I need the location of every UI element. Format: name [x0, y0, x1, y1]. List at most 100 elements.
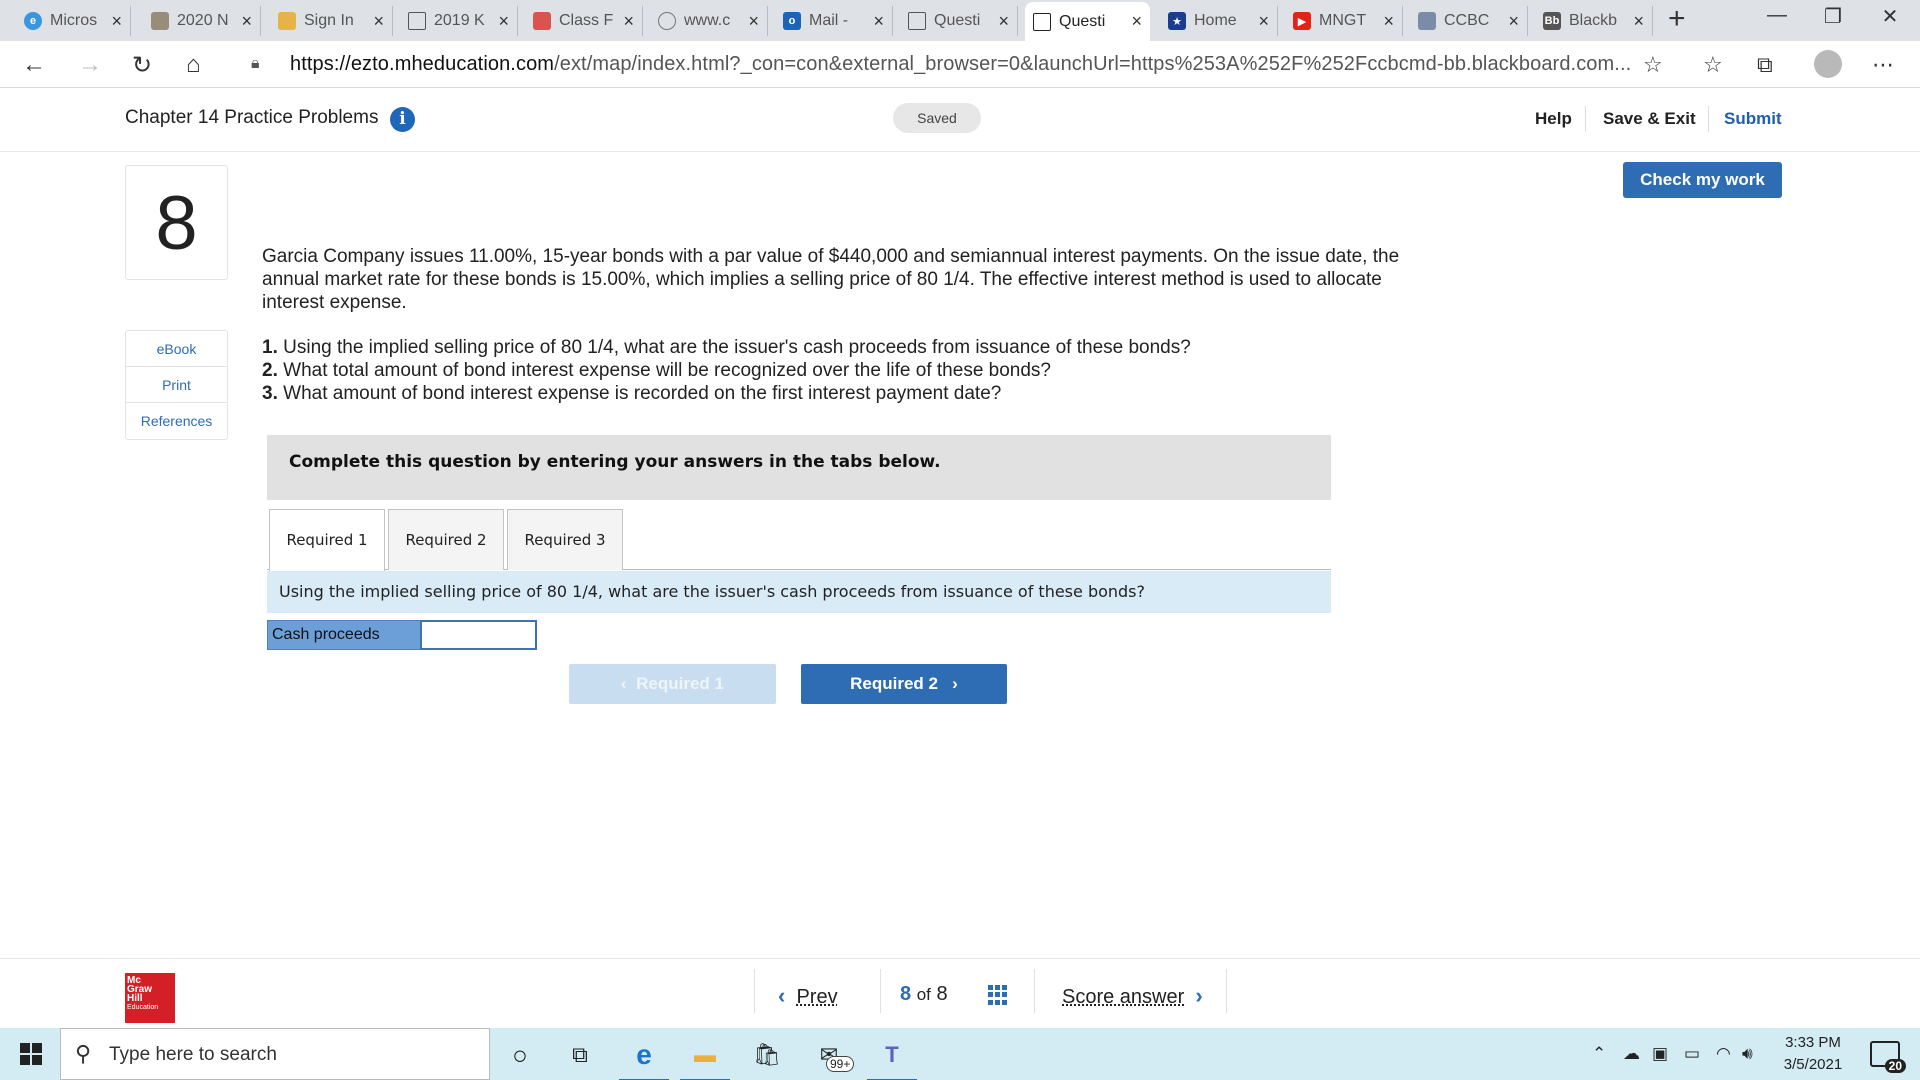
browser-tab[interactable]: 2020 N × — [143, 6, 261, 36]
question-counter[interactable]: 8 of 8 — [900, 983, 948, 1006]
check-my-work-button[interactable]: Check my work — [1623, 162, 1782, 198]
favorites-icon[interactable]: ☆ — [1703, 52, 1723, 78]
outlook-icon: o — [783, 12, 801, 30]
browser-tab[interactable]: Class F × — [525, 6, 643, 36]
browser-tab[interactable]: CCBC × — [1410, 6, 1528, 36]
teams-icon[interactable]: T — [867, 1038, 917, 1080]
question-part: 2. What total amount of bond interest ex… — [262, 359, 1442, 382]
close-icon[interactable]: × — [111, 11, 122, 32]
browser-tab[interactable]: o Mail - × — [775, 6, 893, 36]
score-answer-label: Score answer — [1062, 986, 1185, 1008]
prev-question-link[interactable]: ‹ Prev — [778, 983, 838, 1009]
browser-tab[interactable]: Questi × — [900, 6, 1018, 36]
window-close-icon[interactable]: ✕ — [1870, 4, 1910, 29]
close-icon[interactable]: × — [1508, 11, 1519, 32]
browser-tab-label: Home — [1194, 12, 1237, 29]
close-icon[interactable]: × — [623, 11, 634, 32]
browser-tab[interactable]: e Micros × — [16, 6, 131, 36]
close-icon[interactable]: × — [1633, 11, 1644, 32]
answer-row: Cash proceeds — [267, 620, 537, 650]
divider — [754, 969, 755, 1013]
more-menu-icon[interactable]: ⋯ — [1872, 52, 1894, 78]
star-icon: ★ — [1168, 12, 1186, 30]
add-favorite-icon[interactable]: ☆ — [1643, 52, 1663, 78]
lock-icon: 🔒︎ — [251, 55, 260, 72]
close-icon[interactable]: × — [498, 11, 509, 32]
browser-tab-label: Micros — [50, 12, 98, 29]
profile-avatar[interactable] — [1814, 50, 1842, 78]
browser-tab[interactable]: ▶ MNGT × — [1285, 6, 1403, 36]
prev-required-button[interactable]: ‹ Required 1 — [569, 664, 776, 704]
tab-required-1[interactable]: Required 1 — [269, 509, 385, 571]
task-view-icon[interactable]: ⧉ — [563, 1038, 597, 1072]
score-answer-link[interactable]: Score answer › — [1062, 983, 1203, 1009]
close-icon[interactable]: × — [1383, 11, 1394, 32]
close-icon[interactable]: × — [748, 11, 759, 32]
wifi-icon[interactable]: ◠ — [1716, 1044, 1731, 1064]
tab-required-3[interactable]: Required 3 — [507, 509, 623, 570]
browser-tab[interactable]: Sign In × — [270, 6, 393, 36]
volume-icon[interactable]: 🔊︎ — [1742, 1044, 1753, 1064]
question-grid-icon[interactable] — [988, 985, 1008, 1005]
clock-date: 3/5/2021 — [1783, 1056, 1843, 1073]
onedrive-icon[interactable]: ☁︎ — [1623, 1044, 1640, 1064]
edge-taskbar-icon[interactable]: e — [619, 1038, 669, 1080]
pdf-icon — [658, 12, 676, 30]
meet-now-icon[interactable]: ▣ — [1652, 1044, 1668, 1064]
cortana-icon[interactable]: ○ — [503, 1038, 537, 1072]
question-parts: 1. Using the implied selling price of 80… — [262, 336, 1442, 405]
url-field[interactable]: https://ezto.mheducation.com/ext/map/ind… — [290, 53, 1631, 76]
notifications-icon[interactable]: 20 — [1870, 1041, 1906, 1073]
browser-tab[interactable]: ★ Home × — [1160, 6, 1278, 36]
ebook-link[interactable]: eBook — [126, 331, 227, 367]
refresh-icon[interactable]: ↻ — [132, 51, 152, 80]
browser-tab[interactable]: Bb Blackb × — [1535, 6, 1653, 36]
logo-line: Education — [127, 1004, 159, 1011]
restore-icon[interactable]: ❐ — [1813, 4, 1853, 29]
help-link[interactable]: Help — [1535, 109, 1572, 129]
close-icon[interactable]: × — [373, 11, 384, 32]
close-icon[interactable]: × — [241, 11, 252, 32]
browser-tab[interactable]: www.c × — [650, 6, 768, 36]
close-icon[interactable]: × — [998, 11, 1009, 32]
close-icon[interactable]: × — [1131, 11, 1142, 32]
instructions-text: Complete this question by entering your … — [289, 452, 941, 472]
close-icon[interactable]: × — [1258, 11, 1269, 32]
print-link[interactable]: Print — [126, 367, 227, 403]
home-icon[interactable]: ⌂ — [186, 51, 201, 79]
close-icon[interactable]: × — [873, 11, 884, 32]
current-question: 8 — [900, 983, 912, 1005]
forward-arrow-icon[interactable]: → — [78, 51, 102, 79]
windows-start-icon[interactable] — [20, 1043, 42, 1065]
store-icon[interactable]: 🛍︎ — [750, 1038, 784, 1072]
mail-icon[interactable]: ✉︎ 99+ — [812, 1038, 855, 1072]
save-exit-link[interactable]: Save & Exit — [1603, 109, 1696, 129]
chevron-up-icon[interactable]: ⌃ — [1592, 1044, 1606, 1064]
search-placeholder: Type here to search — [109, 1044, 277, 1065]
taskbar-search-box[interactable]: ⚲ Type here to search — [60, 1028, 490, 1080]
next-required-button[interactable]: Required 2 › — [801, 664, 1007, 704]
browser-tab-active[interactable]: Questi × — [1025, 2, 1150, 41]
assignment-header: Chapter 14 Practice Problems i Saved Hel… — [0, 88, 1920, 152]
class-icon — [533, 12, 551, 30]
cash-proceeds-label: Cash proceeds — [267, 620, 421, 650]
file-explorer-icon[interactable]: ▬ — [680, 1038, 730, 1080]
back-arrow-icon[interactable]: ← — [22, 51, 46, 79]
signin-icon — [278, 12, 296, 30]
cash-proceeds-input[interactable] — [420, 620, 537, 650]
submit-link[interactable]: Submit — [1724, 109, 1782, 129]
collections-icon[interactable]: ⧉ — [1757, 52, 1773, 78]
battery-icon[interactable]: ▭ — [1684, 1044, 1700, 1064]
part-number: 3. — [262, 383, 278, 404]
info-icon[interactable]: i — [390, 107, 415, 132]
tab-required-2[interactable]: Required 2 — [388, 509, 504, 570]
references-link[interactable]: References — [126, 403, 227, 439]
system-clock[interactable]: 3:33 PM 3/5/2021 — [1768, 1032, 1858, 1076]
minimize-icon[interactable]: — — [1757, 4, 1797, 27]
ccbc-icon — [1418, 12, 1436, 30]
blackboard-icon: Bb — [1543, 12, 1561, 30]
prev-label: Prev — [796, 986, 838, 1008]
browser-tab[interactable]: 2019 K × — [400, 6, 518, 36]
new-tab-button[interactable]: + — [1668, 2, 1686, 36]
page-icon — [1033, 12, 1051, 31]
